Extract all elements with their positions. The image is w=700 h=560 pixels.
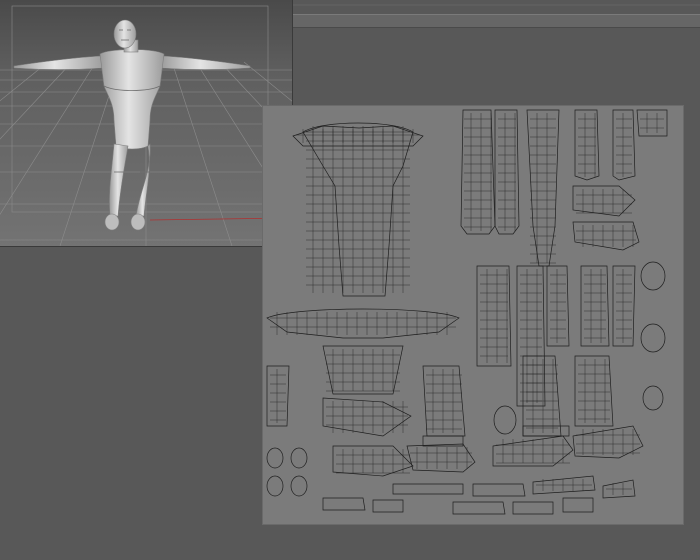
uv-island-leg-a (460, 109, 496, 235)
uv-island-shin-a (476, 265, 512, 367)
uv-island-hand-g (572, 425, 644, 459)
uv-island-ring-h (290, 475, 308, 497)
uv-island-leg-d (574, 109, 600, 181)
uv-island-torso-arms (292, 125, 424, 147)
uv-island-hand-a (572, 185, 636, 217)
uv-island-strip-g (512, 501, 554, 515)
uv-island-hand-e (406, 443, 476, 473)
top-rule (293, 4, 700, 6)
uv-editor-panel[interactable] (262, 105, 684, 525)
uv-island-torso-back (266, 308, 460, 339)
uv-island-ring-b (640, 323, 666, 353)
uv-island-boot-c (574, 355, 614, 427)
uv-island-hand-c (322, 397, 412, 437)
uv-island-shin-e (612, 265, 636, 347)
uv-island-torso-front (302, 122, 414, 297)
uv-island-strip-f (452, 501, 506, 515)
humanoid-model[interactable] (13, 19, 251, 231)
uv-island-leg-e (612, 109, 636, 181)
uv-island-shin-d (580, 265, 610, 347)
uv-island-leg-f (636, 109, 668, 137)
uv-island-ring-a (640, 261, 666, 291)
uv-island-leg-b (494, 109, 520, 235)
uv-island-ring-d (493, 405, 517, 435)
uv-island-strip-b (472, 483, 526, 497)
uv-island-ring-g (266, 475, 284, 497)
uv-islands[interactable] (266, 109, 668, 515)
uv-island-ring-f (290, 447, 308, 469)
uv-island-strip-d (322, 497, 366, 511)
3d-viewport[interactable] (0, 0, 293, 247)
uv-island-shin-b (516, 265, 546, 407)
uv-island-ring-c (642, 385, 664, 411)
uv-layout-canvas (266, 109, 668, 515)
uv-island-strip-h (562, 497, 594, 513)
uv-island-boot-b (522, 355, 562, 437)
uv-island-shin-c (546, 265, 570, 347)
uv-island-strip-a (392, 483, 464, 495)
uv-island-strip-e (372, 499, 404, 513)
uv-island-leg-c (526, 109, 560, 267)
uv-island-ring-e (266, 447, 284, 469)
uv-island-boot-a (422, 365, 466, 437)
uv-island-boot-f (522, 425, 570, 437)
viewport-canvas (0, 5, 292, 246)
uv-editor-toolbar[interactable] (293, 14, 700, 28)
